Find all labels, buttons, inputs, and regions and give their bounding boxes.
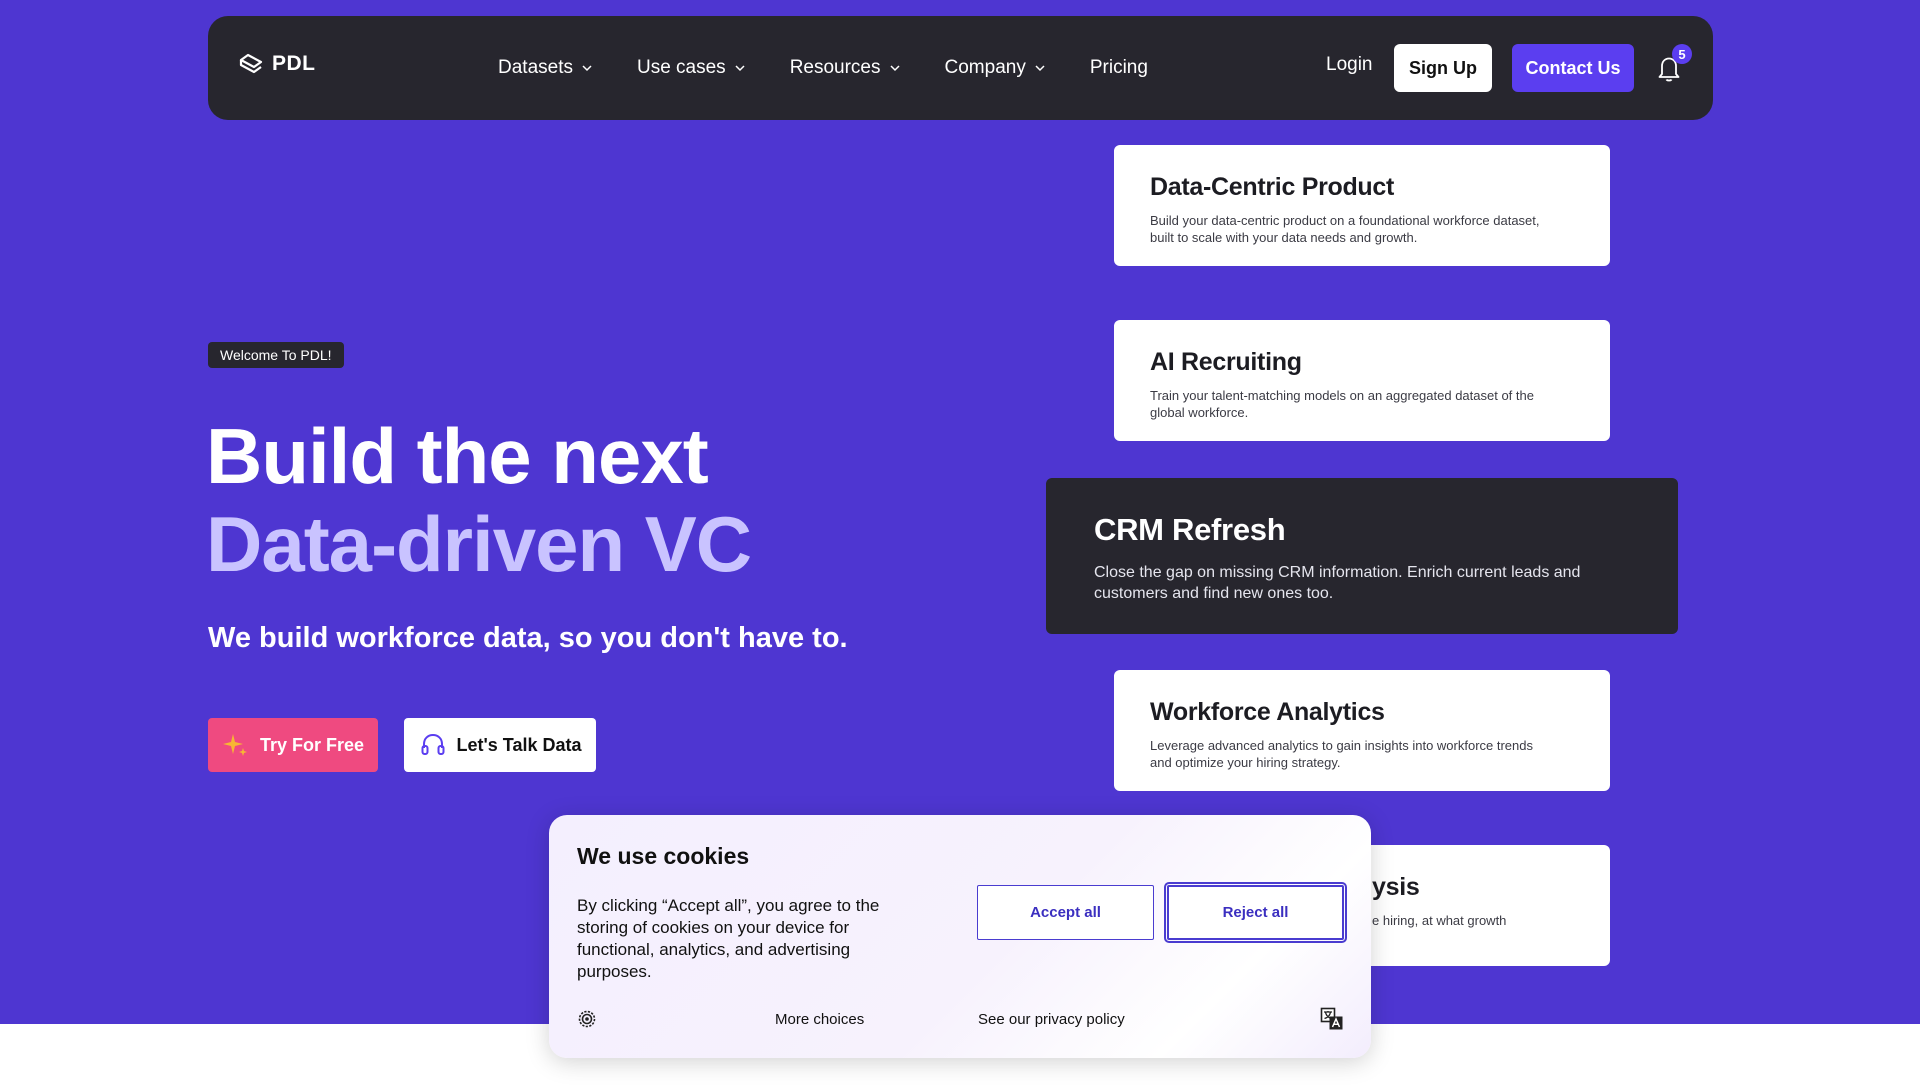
contact-button[interactable]: Contact Us — [1512, 44, 1634, 92]
notification-badge: 5 — [1672, 44, 1692, 64]
privacy-policy-link[interactable]: See our privacy policy — [978, 1011, 1125, 1028]
card-title: Workforce Analytics — [1150, 698, 1385, 726]
chevron-down-icon — [735, 65, 745, 72]
headset-icon — [421, 733, 444, 755]
use-case-card-active[interactable]: CRM Refresh Close the gap on missing CRM… — [1046, 478, 1678, 634]
nav-item-label: Company — [944, 57, 1026, 78]
translate-icon[interactable] — [1320, 1007, 1344, 1031]
card-title: AI Recruiting — [1150, 348, 1302, 376]
card-description: Build your data-centric product on a fou… — [1150, 213, 1540, 245]
chevron-down-icon — [582, 65, 592, 72]
lets-talk-data-label: Let's Talk Data — [456, 734, 582, 755]
cookie-title: We use cookies — [577, 843, 750, 869]
sparkle-icon — [222, 734, 247, 756]
brand-logo[interactable]: PDL — [238, 52, 316, 76]
gear-icon[interactable] — [577, 1009, 597, 1029]
hero-headline-line1: Build the next — [206, 412, 709, 500]
welcome-badge: Welcome To PDL! — [208, 342, 344, 368]
more-choices-link[interactable]: More choices — [775, 1011, 864, 1028]
login-link[interactable]: Login — [1326, 54, 1373, 76]
card-title: CRM Refresh — [1094, 512, 1286, 547]
card-description: e hiring, at what growth — [1372, 913, 1507, 928]
hero-headline-line2: Data-driven VC — [206, 500, 752, 588]
card-title: ysis — [1372, 873, 1420, 901]
card-description: Close the gap on missing CRM information… — [1094, 564, 1581, 602]
try-for-free-button[interactable]: Try For Free — [208, 718, 378, 772]
nav-links: Datasets Use cases Resources Company Pri… — [498, 16, 1192, 120]
hero-subheadline: We build workforce data, so you don't ha… — [208, 622, 848, 654]
cookie-banner: We use cookies By clicking “Accept all”,… — [549, 815, 1371, 1058]
use-case-card[interactable]: AI Recruiting Train your talent-matching… — [1114, 320, 1610, 441]
nav-item-label: Pricing — [1089, 57, 1148, 78]
nav-item-pricing[interactable]: Pricing — [1090, 57, 1148, 79]
logo-icon — [239, 53, 263, 74]
use-case-card[interactable]: Data-Centric Product Build your data-cen… — [1114, 145, 1610, 266]
navbar: PDL Datasets Use cases Resources Company… — [208, 16, 1713, 120]
reject-all-button[interactable]: Reject all — [1164, 882, 1347, 943]
nav-item-label: Use cases — [636, 57, 726, 78]
signup-button[interactable]: Sign Up — [1394, 44, 1492, 92]
chevron-down-icon — [1035, 65, 1045, 72]
card-description: Leverage advanced analytics to gain insi… — [1150, 738, 1533, 770]
nav-item-company[interactable]: Company — [945, 57, 1046, 79]
card-description: Train your talent-matching models on an … — [1150, 388, 1534, 420]
nav-item-label: Datasets — [498, 57, 573, 78]
card-title: Data-Centric Product — [1150, 173, 1395, 201]
nav-item-resources[interactable]: Resources — [790, 57, 901, 79]
lets-talk-data-button[interactable]: Let's Talk Data — [404, 718, 596, 772]
nav-item-use-cases[interactable]: Use cases — [637, 57, 746, 79]
cookie-body: By clicking “Accept all”, you agree to t… — [577, 896, 880, 981]
brand-name: PDL — [272, 52, 316, 75]
nav-item-datasets[interactable]: Datasets — [498, 57, 593, 79]
accept-all-button[interactable]: Accept all — [977, 885, 1154, 940]
chevron-down-icon — [889, 65, 900, 72]
try-for-free-label: Try For Free — [259, 734, 365, 755]
nav-item-label: Resources — [789, 57, 881, 78]
use-case-card[interactable]: Workforce Analytics Leverage advanced an… — [1114, 670, 1610, 791]
